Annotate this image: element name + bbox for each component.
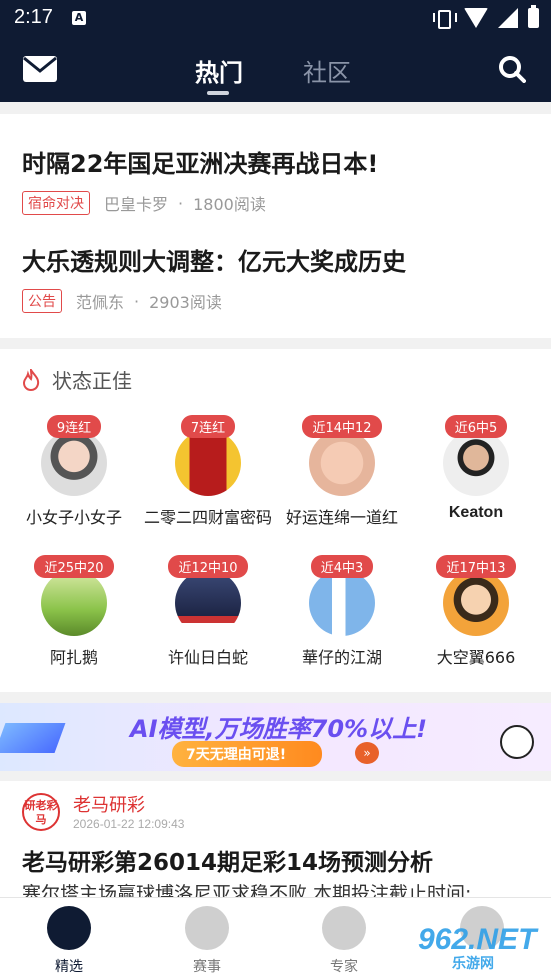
expert-item[interactable]: 近12中10 许仙日白蛇 — [138, 555, 278, 668]
streak-badge: 近14中12 — [302, 415, 382, 438]
streak-badge: 近4中3 — [310, 555, 374, 578]
status-time: 2:17 — [14, 6, 53, 28]
tab-hot[interactable]: 热门 — [195, 53, 243, 95]
search-icon[interactable] — [498, 55, 526, 83]
news-author: 巴皇卡罗 — [104, 195, 169, 214]
nav-featured[interactable]: 精选 — [24, 906, 114, 976]
avatar — [175, 430, 241, 496]
streak-badge: 近6中5 — [444, 415, 508, 438]
expert-name: 许仙日白蛇 — [167, 648, 248, 667]
avatar — [309, 430, 375, 496]
streak-badge: 近25中20 — [34, 555, 114, 578]
post-author[interactable]: 老马研彩 — [73, 791, 145, 817]
expert-name: 華仔的江湖 — [301, 648, 382, 667]
banner-graphic — [0, 723, 66, 753]
streak-badge: 7连红 — [180, 415, 236, 438]
avatar — [443, 430, 509, 496]
watermark-logo: 962.NET 乐游网 — [418, 923, 536, 973]
news-title: 大乐透规则大调整：亿元大奖成历史 — [22, 248, 406, 276]
nav-matches[interactable]: 赛事 — [162, 906, 252, 976]
expert-name: 好运连绵一道红 — [285, 508, 398, 527]
soccer-ball-icon — [500, 725, 534, 759]
nav-label: 赛事 — [193, 959, 221, 975]
section-title: 状态正佳 — [52, 369, 132, 393]
expert-name: Keaton — [448, 504, 504, 521]
expert-item[interactable]: 7连红 二零二四财富密码 — [138, 415, 278, 528]
streak-badge: 近12中10 — [168, 555, 248, 578]
news-tag: 公告 — [22, 289, 62, 313]
trophy-icon — [185, 906, 229, 950]
news-item[interactable]: 时隔22年国足亚洲决赛再战日本! 宿命对决 巴皇卡罗 · 1800阅读 — [22, 144, 378, 215]
expert-item[interactable]: 近25中20 阿扎鹅 — [4, 555, 144, 668]
flame-icon — [22, 368, 40, 391]
banner-arrow-icon: » — [355, 742, 379, 764]
avatar — [41, 430, 107, 496]
streak-badge: 9连红 — [46, 415, 102, 438]
tab-community[interactable]: 社区 — [303, 53, 351, 88]
news-tag: 宿命对决 — [22, 191, 90, 215]
tab-hot-label: 热门 — [195, 59, 243, 87]
wifi-icon — [464, 8, 488, 28]
nav-label: 专家 — [330, 959, 358, 975]
tab-community-label: 社区 — [303, 59, 351, 87]
post-time: 2026-01-22 12:09:43 — [73, 817, 185, 831]
expert-name: 二零二四财富密码 — [143, 508, 272, 527]
news-author: 范佩东 — [76, 293, 125, 312]
separator-dot: · — [134, 291, 140, 311]
banner-headline: AI模型,万场胜率70%以上! — [130, 715, 428, 743]
expert-name: 大空翼666 — [436, 648, 516, 667]
nav-experts[interactable]: 专家 — [299, 906, 389, 976]
author-avatar: 研老彩马 — [22, 793, 60, 831]
news-reads: 1800阅读 — [193, 195, 266, 214]
avatar — [309, 570, 375, 636]
watermark-sub: 乐游网 — [452, 955, 494, 971]
avatar — [41, 570, 107, 636]
notification-icon: A — [72, 11, 86, 25]
expert-name: 小女子小女子 — [25, 508, 122, 527]
news-meta: 宿命对决 巴皇卡罗 · 1800阅读 — [22, 191, 378, 215]
status-bar: 2:17 A — [0, 0, 551, 36]
separator-dot: · — [178, 193, 184, 213]
post-card[interactable]: 研老彩马 老马研彩 2026-01-22 12:09:43 老马研彩第26014… — [0, 781, 551, 905]
section-header: 状态正佳 — [22, 365, 132, 394]
news-item[interactable]: 大乐透规则大调整：亿元大奖成历史 公告 范佩东 · 2903阅读 — [22, 242, 406, 313]
expert-item[interactable]: 近17中13 大空翼666 — [406, 555, 546, 668]
app-header: 2:17 A 热门 社区 — [0, 0, 551, 102]
news-card: 时隔22年国足亚洲决赛再战日本! 宿命对决 巴皇卡罗 · 1800阅读 大乐透规… — [0, 114, 551, 338]
nav-label: 精选 — [55, 959, 83, 975]
featured-icon — [47, 906, 91, 950]
expert-item[interactable]: 近14中12 好运连绵一道红 — [272, 415, 412, 528]
post-title: 老马研彩第26014期足彩14场预测分析 — [22, 850, 434, 876]
watermark-text: 962.NET — [418, 923, 537, 956]
news-meta: 公告 范佩东 · 2903阅读 — [22, 289, 406, 313]
banner-subline: 7天无理由可退! — [172, 741, 323, 767]
avatar — [175, 570, 241, 636]
signal-icon — [498, 8, 518, 28]
news-title: 时隔22年国足亚洲决赛再战日本! — [22, 150, 379, 178]
top-tabs: 热门 社区 — [195, 53, 351, 95]
tab-indicator — [207, 91, 229, 95]
expert-item[interactable]: 近6中5 Keaton — [406, 415, 546, 522]
system-icons — [432, 5, 539, 29]
avatar — [443, 570, 509, 636]
hot-users-card: 状态正佳 9连红 小女子小女子 7连红 二零二四财富密码 近14中12 好运连绵… — [0, 349, 551, 692]
expert-item[interactable]: 9连红 小女子小女子 — [4, 415, 144, 528]
news-reads: 2903阅读 — [149, 293, 222, 312]
diamond-icon — [322, 906, 366, 950]
expert-name: 阿扎鹅 — [49, 648, 98, 667]
mail-icon[interactable] — [22, 55, 58, 83]
vibrate-icon — [432, 8, 457, 29]
streak-badge: 近17中13 — [436, 555, 516, 578]
promo-banner[interactable]: AI模型,万场胜率70%以上! 7天无理由可退! » — [0, 703, 551, 771]
expert-item[interactable]: 近4中3 華仔的江湖 — [272, 555, 412, 668]
battery-icon — [528, 5, 539, 28]
